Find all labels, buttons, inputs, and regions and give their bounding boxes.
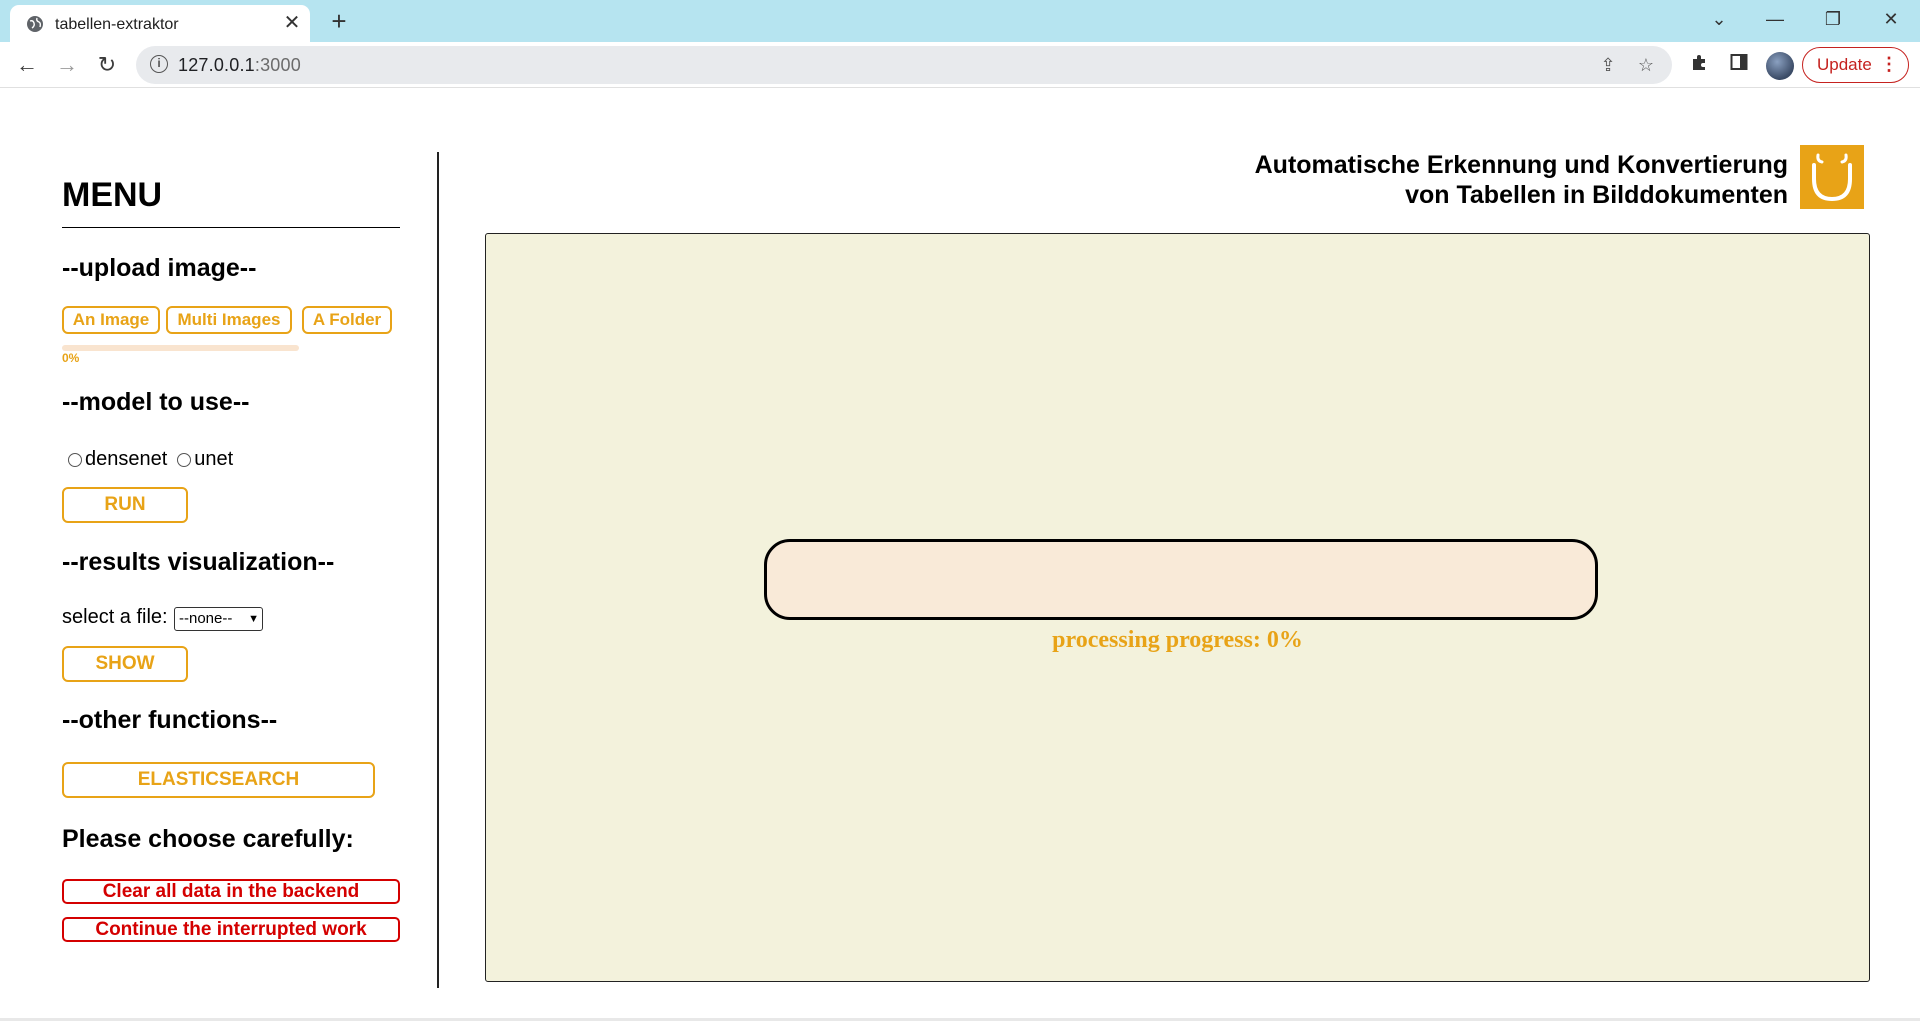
other-functions-heading: --other functions-- bbox=[62, 706, 278, 734]
browser-tab[interactable]: tabellen-extraktor ✕ bbox=[10, 5, 310, 42]
upload-multi-images-button[interactable]: Multi Images bbox=[166, 306, 292, 334]
forward-icon[interactable]: → bbox=[50, 48, 84, 82]
window-close-icon[interactable]: ✕ bbox=[1862, 0, 1920, 38]
upload-heading: --upload image-- bbox=[62, 254, 257, 282]
browser-tab-strip: tabellen-extraktor ✕ + ⌄ — ❐ ✕ bbox=[0, 0, 1920, 42]
densenet-radio[interactable] bbox=[68, 452, 82, 467]
tab-search-chevron-icon[interactable]: ⌄ bbox=[1690, 0, 1748, 38]
sidebar-divider bbox=[437, 152, 439, 988]
danger-heading: Please choose carefully: bbox=[62, 825, 354, 853]
side-panel-icon[interactable] bbox=[1726, 52, 1752, 78]
bookmark-star-icon[interactable]: ☆ bbox=[1634, 53, 1658, 77]
upload-image-button[interactable]: An Image bbox=[62, 306, 160, 334]
extensions-puzzle-icon[interactable] bbox=[1687, 52, 1713, 78]
globe-icon bbox=[27, 16, 43, 32]
reload-icon[interactable]: ↻ bbox=[90, 48, 124, 82]
model-radio-group: densenet unet bbox=[68, 448, 243, 471]
restore-icon[interactable]: ❐ bbox=[1804, 0, 1862, 38]
clear-backend-data-button[interactable]: Clear all data in the backend bbox=[62, 879, 400, 904]
address-bar[interactable]: i 127.0.0.1:3000 ⇪ ☆ bbox=[136, 46, 1672, 84]
upload-progress-label: 0% bbox=[62, 351, 80, 365]
model-heading: --model to use-- bbox=[62, 388, 250, 416]
share-icon[interactable]: ⇪ bbox=[1596, 53, 1620, 77]
minimize-icon[interactable]: — bbox=[1746, 0, 1804, 38]
densenet-radio-label: densenet bbox=[85, 448, 168, 470]
processing-progress-label: processing progress: 0% bbox=[1052, 627, 1303, 653]
continue-work-button[interactable]: Continue the interrupted work bbox=[62, 917, 400, 942]
run-button[interactable]: RUN bbox=[62, 487, 188, 523]
unet-radio[interactable] bbox=[177, 452, 192, 467]
file-select[interactable]: --none-- ▼ bbox=[174, 607, 263, 631]
page-title-line2: von Tabellen in Bilddokumenten bbox=[1405, 181, 1788, 209]
results-heading: --results visualization-- bbox=[62, 548, 335, 576]
smiley-logo-icon bbox=[1800, 145, 1864, 209]
page-title: Automatische Erkennung und Konvertierung… bbox=[1255, 150, 1788, 210]
back-icon[interactable]: ← bbox=[10, 48, 44, 82]
select-file-label: select a file: bbox=[62, 606, 168, 628]
results-canvas: processing progress: 0% bbox=[485, 233, 1870, 982]
address-url: 127.0.0.1:3000 bbox=[178, 55, 301, 75]
site-info-icon[interactable]: i bbox=[150, 55, 168, 73]
elasticsearch-button[interactable]: ELASTICSEARCH bbox=[62, 762, 375, 798]
unet-radio-label: unet bbox=[194, 448, 234, 470]
menu-title: MENU bbox=[62, 176, 163, 214]
app-page: MENU --upload image-- An Image Multi Ima… bbox=[0, 88, 1920, 1021]
chevron-down-icon: ▼ bbox=[248, 613, 259, 625]
new-tab-icon[interactable]: + bbox=[324, 6, 354, 36]
page-title-line1: Automatische Erkennung und Konvertierung bbox=[1254, 151, 1788, 179]
menu-divider bbox=[62, 227, 400, 228]
browser-toolbar: ← → ↻ i 127.0.0.1:3000 ⇪ ☆ Update ⋮ bbox=[0, 42, 1920, 88]
close-tab-icon[interactable]: ✕ bbox=[280, 11, 304, 35]
upload-progress-bar bbox=[62, 345, 299, 351]
update-button[interactable]: Update ⋮ bbox=[1802, 47, 1909, 83]
more-menu-icon[interactable]: ⋮ bbox=[1880, 48, 1898, 81]
profile-avatar[interactable] bbox=[1766, 52, 1794, 80]
upload-folder-button[interactable]: A Folder bbox=[302, 306, 392, 334]
tab-title: tabellen-extraktor bbox=[55, 16, 179, 33]
processing-progress-bar bbox=[764, 539, 1598, 620]
show-button[interactable]: SHOW bbox=[62, 646, 188, 682]
